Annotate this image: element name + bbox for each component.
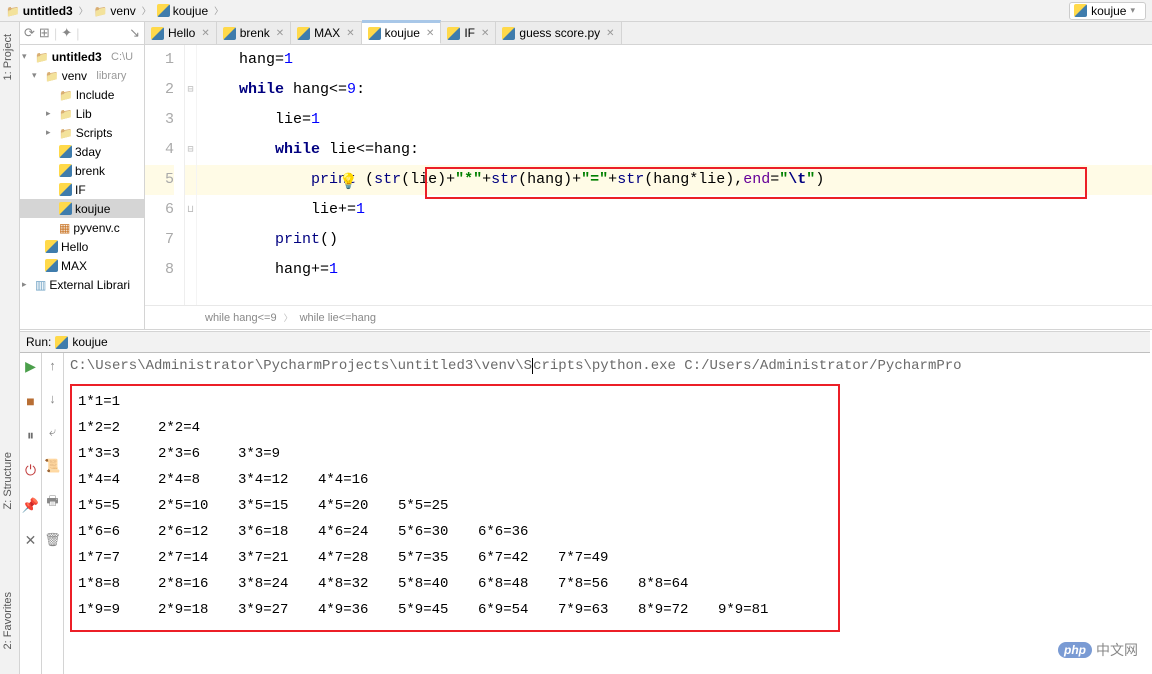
structure-tool-button[interactable]: Z: Structure <box>2 452 14 509</box>
folder-icon <box>59 126 73 140</box>
table-row: 1*7=72*7=143*7=214*7=285*7=356*7=427*7=4… <box>78 550 832 576</box>
table-row: 1*1=1 <box>78 394 832 420</box>
run-target: koujue <box>72 335 107 349</box>
python-file-icon <box>502 27 515 40</box>
run-header: Run: koujue <box>20 331 1150 353</box>
tab-koujue[interactable]: koujue✕ <box>362 20 442 44</box>
table-row: 1*2=22*2=4 <box>78 420 832 446</box>
console[interactable]: C:\Users\Administrator\PycharmProjects\u… <box>64 352 1152 674</box>
python-file-icon <box>45 259 58 272</box>
run-configuration-selector[interactable]: koujue ▾ <box>1069 2 1146 20</box>
run-icon[interactable]: ▶ <box>25 358 36 375</box>
pause-icon[interactable]: ⏸ <box>27 427 34 444</box>
table-row: 1*9=92*9=183*9=274*9=365*9=456*9=547*9=6… <box>78 602 832 628</box>
nav-bar: untitled3 〉 venv 〉 koujue 〉 koujue ▾ <box>0 0 1152 22</box>
tab-bar: Hello✕ brenk✕ MAX✕ koujue✕ IF✕ guess sco… <box>145 22 1152 45</box>
tab-brenk[interactable]: brenk✕ <box>217 22 291 44</box>
python-file-icon <box>368 27 381 40</box>
python-file-icon <box>55 336 68 349</box>
crumb-project[interactable]: untitled3 <box>6 4 73 18</box>
python-file-icon <box>59 145 72 158</box>
close-icon[interactable]: ✕ <box>276 28 284 39</box>
tool-window-rail: 1: Project Z: Structure 2: Favorites <box>0 22 20 674</box>
python-file-icon <box>297 27 310 40</box>
tree-item-selected[interactable]: koujue <box>20 199 144 218</box>
tab-hello[interactable]: Hello✕ <box>145 22 217 44</box>
up-icon[interactable]: ↑ <box>49 358 56 373</box>
scroll-icon[interactable]: 📜 <box>44 458 60 474</box>
settings-icon[interactable]: ✦ <box>61 25 72 41</box>
divider: | <box>76 26 79 41</box>
run-action-gutter: ▶ ■ ⏸ ⏻ 📌 ✕ <box>20 352 42 674</box>
folder-icon <box>35 50 49 64</box>
table-row: 1*8=82*8=163*8=244*8=325*8=406*8=487*8=5… <box>78 576 832 602</box>
close-icon[interactable]: ✕ <box>201 28 209 39</box>
tab-max[interactable]: MAX✕ <box>291 22 361 44</box>
multiplication-table-output: 1*1=1 1*2=22*2=4 1*3=32*3=63*3=9 1*4=42*… <box>70 384 840 632</box>
python-file-icon <box>157 4 170 17</box>
editor[interactable]: 12345678 ⊟⊟⊔ hang=1 while hang<=9: lie=1… <box>145 45 1152 305</box>
python-file-icon <box>447 27 460 40</box>
php-logo-icon: php <box>1058 642 1092 658</box>
line-gutter: 12345678 <box>145 45 185 305</box>
close-icon[interactable]: ✕ <box>606 28 614 39</box>
chevron-right-icon: 〉 <box>214 4 223 17</box>
stop-icon[interactable]: ■ <box>26 393 34 409</box>
crumb-while1[interactable]: while hang<=9 <box>205 312 277 324</box>
wrap-icon[interactable]: ⤶ <box>49 424 56 440</box>
down-icon[interactable]: ↓ <box>49 391 56 406</box>
table-row: 1*3=32*3=63*3=9 <box>78 446 832 472</box>
command-line: C:\Users\Administrator\PycharmProjects\u… <box>70 358 1146 374</box>
run-output-gutter: ↑ ↓ ⤶ 📜 🖶 🗑 <box>42 352 64 674</box>
sync-icon[interactable]: ⟳ <box>24 25 35 41</box>
folder-icon <box>45 69 59 83</box>
crumb-venv[interactable]: venv <box>94 4 136 18</box>
tab-guess[interactable]: guess score.py✕ <box>496 22 621 44</box>
tab-if[interactable]: IF✕ <box>441 22 496 44</box>
fold-gutter[interactable]: ⊟⊟⊔ <box>185 45 197 305</box>
project-tool-button[interactable]: 1: Project <box>2 34 14 80</box>
folder-icon <box>94 4 108 18</box>
table-row: 1*6=62*6=123*6=184*6=245*6=306*6=36 <box>78 524 832 550</box>
print-icon[interactable]: 🖶 <box>46 492 58 514</box>
library-icon: ▥ <box>35 278 46 292</box>
python-file-icon <box>1074 4 1087 17</box>
watermark: php 中文网 <box>1058 640 1138 660</box>
hide-icon[interactable]: ↘ <box>129 25 140 41</box>
project-tree[interactable]: ▾untitled3 C:\U ▾venv library Include ▸L… <box>20 45 144 296</box>
editor-area: Hello✕ brenk✕ MAX✕ koujue✕ IF✕ guess sco… <box>145 22 1152 329</box>
python-file-icon <box>59 202 72 215</box>
lightbulb-icon[interactable]: 💡 <box>339 172 358 191</box>
divider: | <box>54 26 57 41</box>
favorites-tool-button[interactable]: 2: Favorites <box>2 592 14 649</box>
python-file-icon <box>151 27 164 40</box>
collapse-icon[interactable]: ⊞ <box>39 25 50 41</box>
annotation-box <box>425 167 1087 199</box>
python-file-icon <box>59 164 72 177</box>
run-label: Run: <box>26 335 51 349</box>
close-icon[interactable]: ✕ <box>25 532 37 549</box>
crumb-while2[interactable]: while lie<=hang <box>300 312 376 324</box>
chevron-right-icon: 〉 <box>142 4 151 17</box>
pin-icon[interactable]: 📌 <box>22 497 39 514</box>
exit-icon[interactable]: ⏻ <box>25 462 36 479</box>
python-file-icon <box>59 183 72 196</box>
trash-icon[interactable]: 🗑 <box>44 532 61 548</box>
code-breadcrumb: while hang<=9 〉 while lie<=hang <box>145 305 1152 329</box>
table-row: 1*5=52*5=103*5=154*5=205*5=25 <box>78 498 832 524</box>
close-icon[interactable]: ✕ <box>481 28 489 39</box>
crumb-file[interactable]: koujue <box>157 4 208 18</box>
folder-icon <box>59 107 73 121</box>
close-icon[interactable]: ✕ <box>426 28 434 39</box>
python-file-icon <box>223 27 236 40</box>
python-file-icon <box>45 240 58 253</box>
config-file-icon: ▦ <box>59 221 70 235</box>
chevron-right-icon: 〉 <box>79 4 88 17</box>
folder-icon <box>6 4 20 18</box>
folder-icon <box>59 88 73 102</box>
project-panel: ⟳ ⊞ | ✦ | ↘ ▾untitled3 C:\U ▾venv librar… <box>20 22 145 329</box>
table-row: 1*4=42*4=83*4=124*4=16 <box>78 472 832 498</box>
project-toolbar: ⟳ ⊞ | ✦ | ↘ <box>20 22 144 45</box>
close-icon[interactable]: ✕ <box>346 28 354 39</box>
